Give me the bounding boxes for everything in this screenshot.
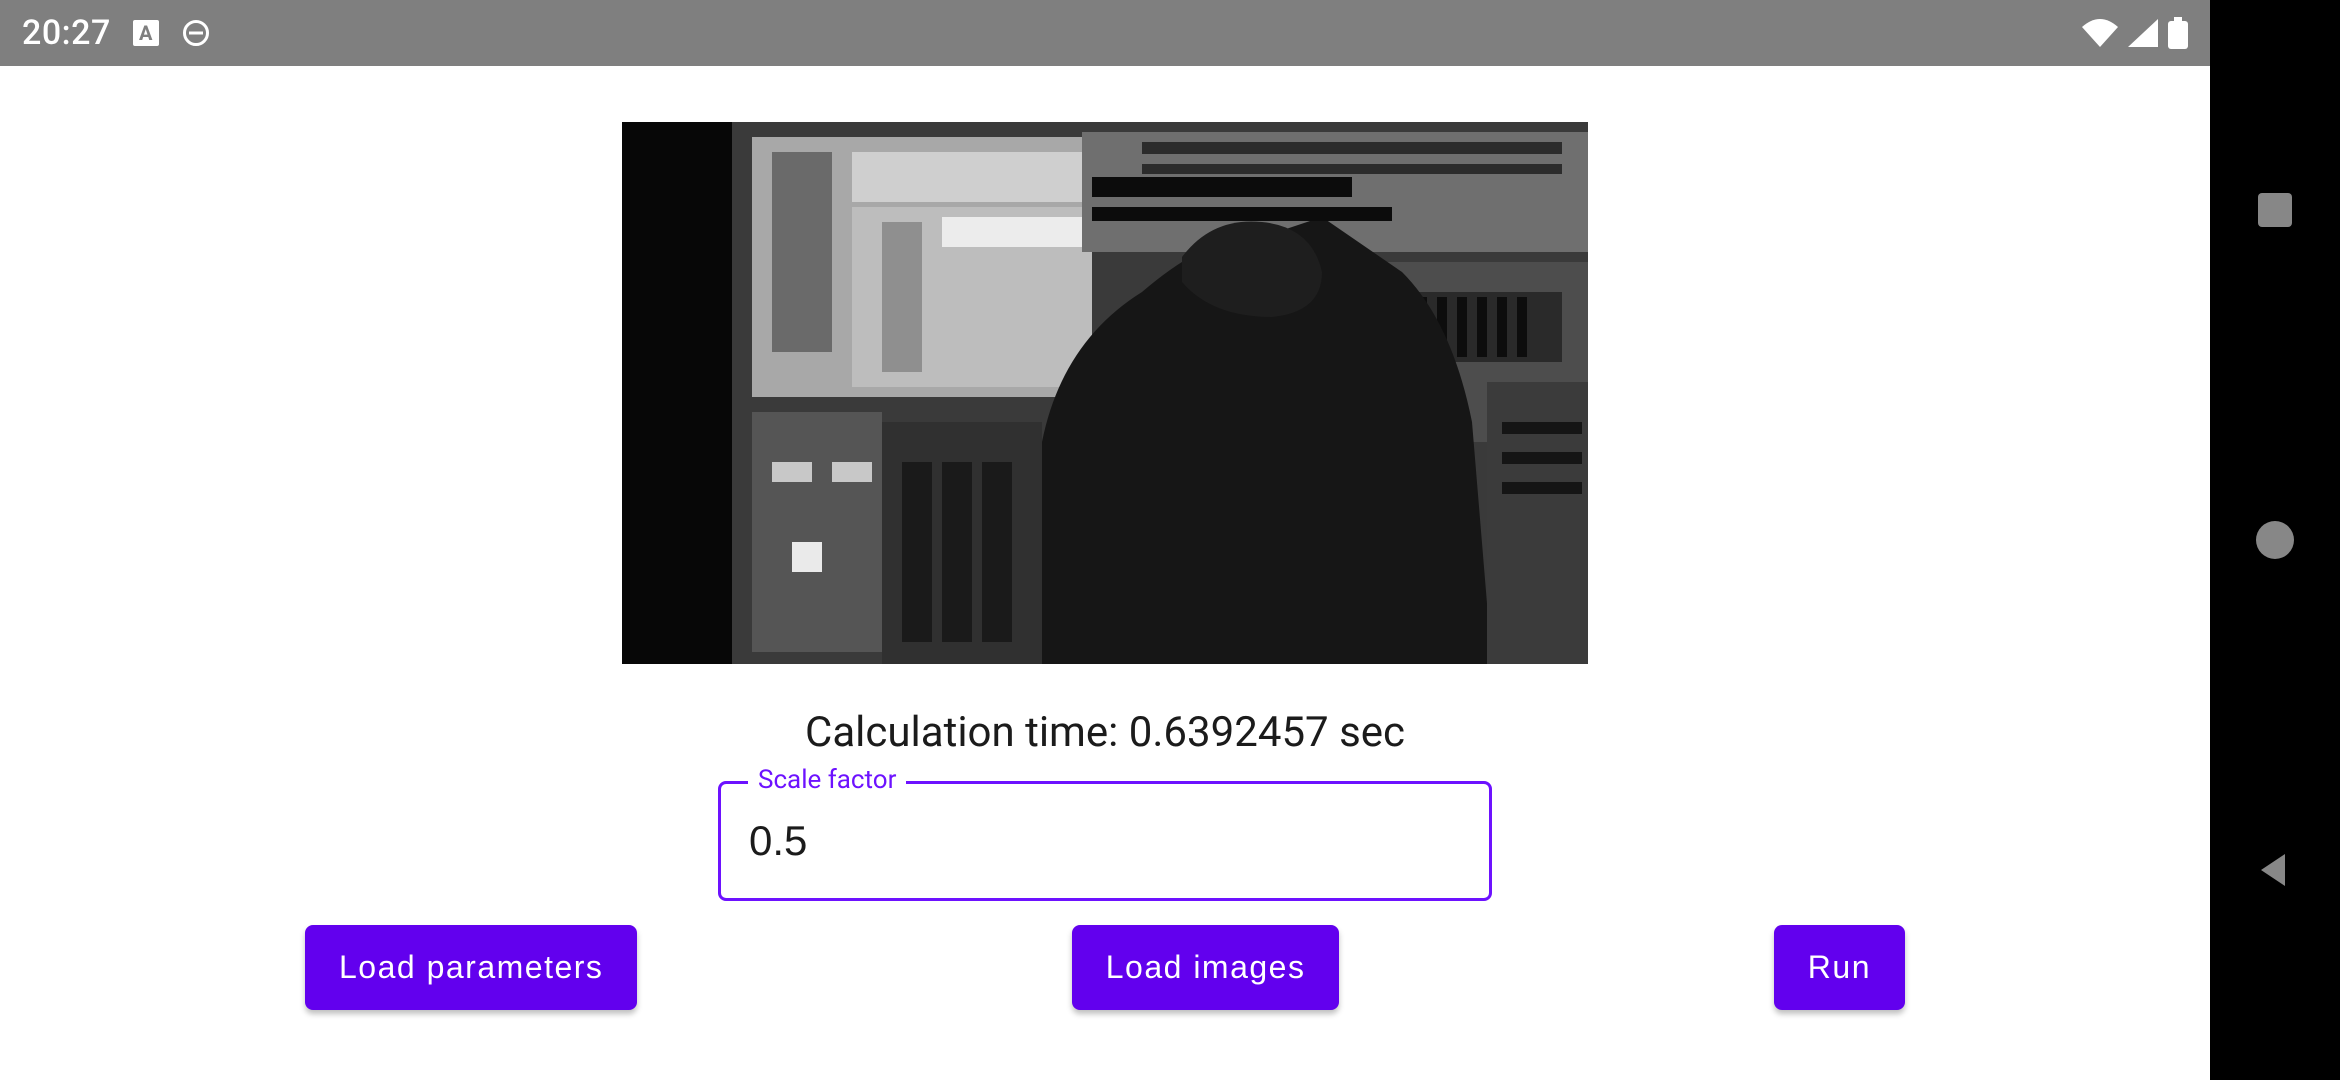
calculation-time-label: Calculation time: 0.6392457 sec	[805, 708, 1405, 757]
output-image	[622, 122, 1588, 664]
home-button[interactable]	[2255, 520, 2295, 560]
keyboard-icon: A	[131, 18, 161, 48]
battery-icon	[2168, 17, 2188, 49]
app-screen: 20:27 A	[0, 0, 2210, 1080]
scale-factor-field[interactable]	[718, 781, 1492, 901]
clock: 20:27	[22, 13, 111, 53]
status-left: 20:27 A	[22, 13, 211, 53]
status-right	[2082, 17, 2188, 49]
scale-factor-label: Scale factor	[748, 765, 906, 795]
android-nav-bar	[2210, 0, 2340, 1080]
scale-factor-field-wrap: Scale factor	[718, 781, 1492, 901]
content-area: Calculation time: 0.6392457 sec Scale fa…	[0, 66, 2210, 1010]
cell-signal-icon	[2128, 19, 2158, 47]
button-row: Load parameters Load images Run	[305, 925, 1905, 1010]
back-button[interactable]	[2255, 850, 2295, 890]
load-images-button[interactable]: Load images	[1072, 925, 1340, 1010]
status-bar: 20:27 A	[0, 0, 2210, 66]
wifi-icon	[2082, 19, 2118, 47]
app-notification-icon	[181, 18, 211, 48]
scale-factor-input[interactable]	[749, 817, 1461, 865]
load-parameters-button[interactable]: Load parameters	[305, 925, 637, 1010]
recent-apps-button[interactable]	[2255, 190, 2295, 230]
run-button[interactable]: Run	[1774, 925, 1905, 1010]
